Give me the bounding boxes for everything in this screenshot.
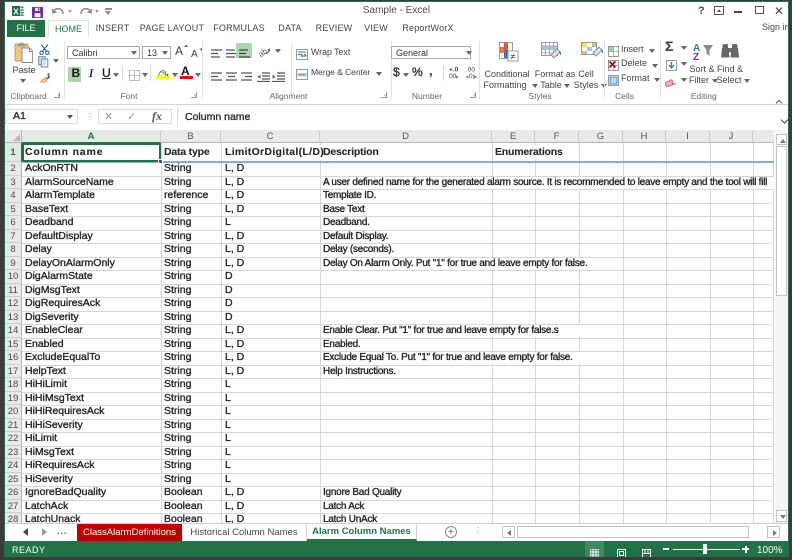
svg-text:Z: Z [693,52,699,60]
svg-text:0: 0 [469,73,473,79]
svg-text:ab: ab [257,46,270,57]
svg-text:≠: ≠ [511,52,516,62]
svg-text:00: 00 [449,73,457,79]
svg-text:A: A [175,44,183,56]
svg-text:A: A [191,49,198,58]
